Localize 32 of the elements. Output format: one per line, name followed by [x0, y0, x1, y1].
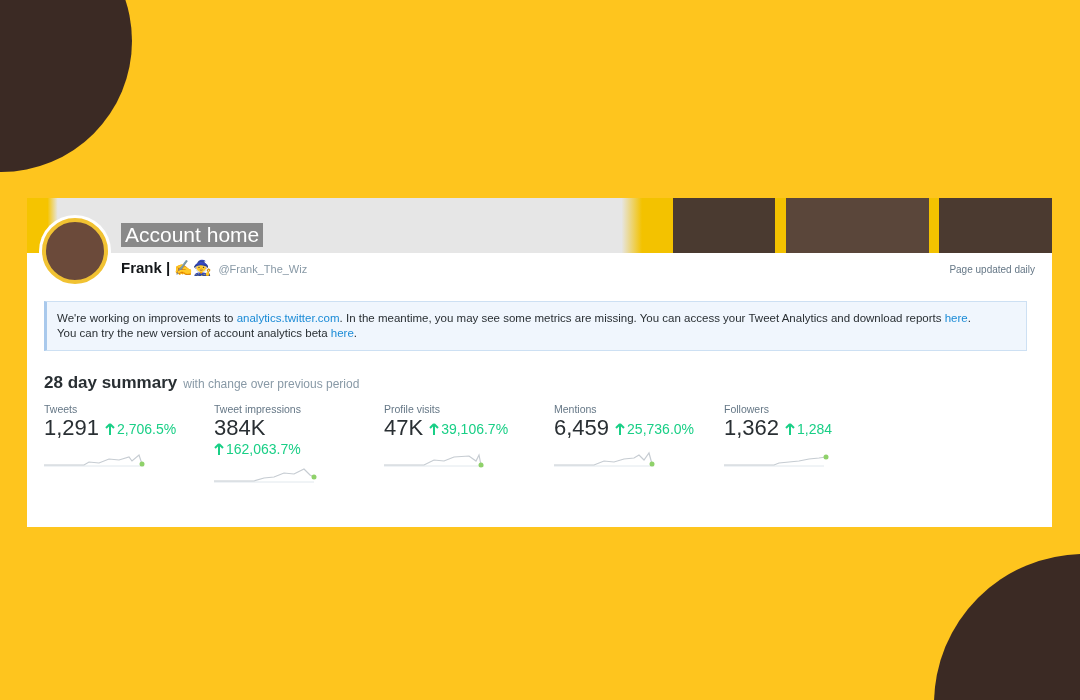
- metric-value: 1,291: [44, 415, 100, 441]
- notice-text: You can try the new version of account analytics beta here.: [57, 326, 359, 341]
- metric-value: 384K: [214, 415, 266, 441]
- metric-label: Profile visits: [384, 403, 441, 415]
- up-arrow-icon: [785, 423, 796, 435]
- up-arrow-icon: [615, 423, 626, 435]
- metric-change: 1,284: [797, 421, 833, 437]
- up-arrow-icon: [105, 423, 116, 435]
- metric-label: Followers: [724, 403, 770, 415]
- metric-label: Mentions: [554, 403, 598, 415]
- page-title: Account home: [121, 223, 264, 247]
- metric-label: Tweet impressions: [214, 403, 302, 415]
- summary-title: 28 day summary: [44, 373, 178, 393]
- metric-change: 39,106.7%: [441, 421, 509, 437]
- metric-label: Tweets: [44, 403, 79, 415]
- account-name: Frank | ✍🧙: [121, 259, 213, 276]
- up-arrow-icon: [429, 423, 440, 435]
- up-arrow-icon: [214, 443, 224, 455]
- analytics-link[interactable]: analytics.twitter.com: [236, 312, 340, 324]
- metric-value: 6,459: [554, 415, 610, 441]
- notice-text: We're working on improvements to analytics.twitter.com. In the meantime, you may see some metrics are missing. You can access your Tweet Analytics and download reports here.: [57, 311, 972, 326]
- metric-change: 25,736.0%: [627, 421, 694, 437]
- summary-subtitle: with change over previous period: [183, 377, 360, 391]
- beta-link[interactable]: here: [330, 327, 354, 339]
- reports-link[interactable]: here: [944, 312, 968, 324]
- metric-value: 47K: [384, 415, 424, 441]
- account-handle: @Frank_The_Wiz: [218, 263, 308, 275]
- avatar-photo-placeholder: [42, 218, 108, 284]
- update-note: Page updated daily: [949, 264, 1035, 275]
- metric-value: 1,362: [724, 415, 780, 441]
- metric-change: 162,063.7%: [226, 441, 301, 457]
- metric-change: 2,706.5%: [117, 421, 177, 437]
